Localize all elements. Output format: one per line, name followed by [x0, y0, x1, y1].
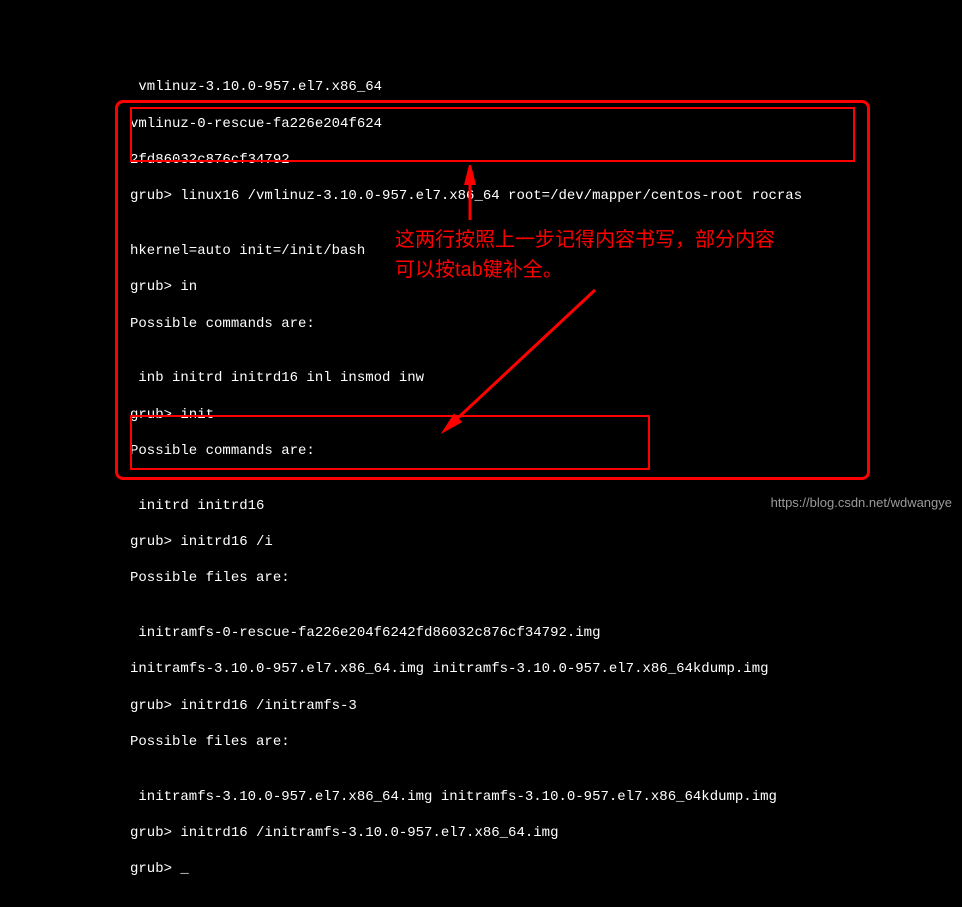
- terminal-line: grub> initrd16 /i: [130, 533, 832, 551]
- terminal-line: inb initrd initrd16 inl insmod inw: [130, 369, 832, 387]
- terminal-line: Possible commands are:: [130, 442, 832, 460]
- terminal-output: vmlinuz-3.10.0-957.el7.x86_64 vmlinuz-0-…: [0, 0, 962, 907]
- terminal-line: grub> linux16 /vmlinuz-3.10.0-957.el7.x8…: [130, 187, 832, 205]
- terminal-line: grub> initrd16 /initramfs-3.10.0-957.el7…: [130, 824, 832, 842]
- terminal-line: grub> initrd16 /initramfs-3: [130, 697, 832, 715]
- terminal-line: Possible files are:: [130, 569, 832, 587]
- terminal-line: hkernel=auto init=/init/bash: [130, 242, 832, 260]
- terminal-line: initramfs-3.10.0-957.el7.x86_64.img init…: [130, 788, 832, 806]
- terminal-line: vmlinuz-3.10.0-957.el7.x86_64: [130, 78, 832, 96]
- watermark: https://blog.csdn.net/wdwangye: [771, 495, 952, 510]
- terminal-line: grub> in: [130, 278, 832, 296]
- terminal-line: 2fd86032c876cf34792: [130, 151, 832, 169]
- terminal-line: initrd initrd16: [130, 497, 832, 515]
- terminal-line: grub> _: [130, 860, 832, 878]
- terminal-line: initramfs-0-rescue-fa226e204f6242fd86032…: [130, 624, 832, 642]
- terminal-line: Possible commands are:: [130, 315, 832, 333]
- terminal-line: grub> init: [130, 406, 832, 424]
- terminal-line: vmlinuz-0-rescue-fa226e204f624: [130, 115, 832, 133]
- terminal-line: Possible files are:: [130, 733, 832, 751]
- terminal-line: initramfs-3.10.0-957.el7.x86_64.img init…: [130, 660, 832, 678]
